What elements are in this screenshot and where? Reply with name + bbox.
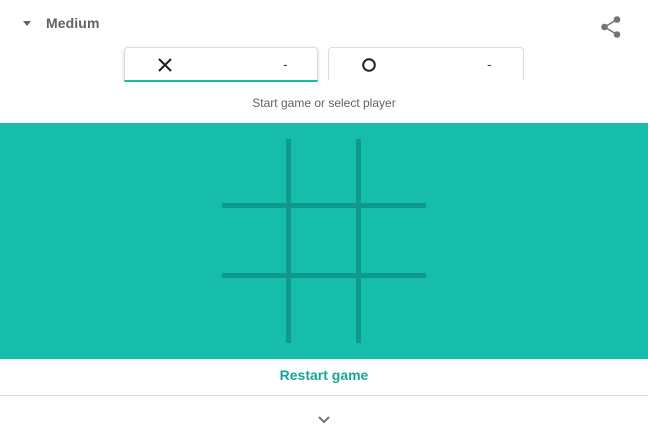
board-cell-8[interactable]	[291, 278, 357, 344]
expand-button[interactable]	[313, 410, 335, 430]
share-icon	[601, 16, 621, 38]
player-x-score: -	[283, 56, 288, 72]
restart-game-button[interactable]: Restart game	[0, 367, 648, 383]
difficulty-dropdown[interactable]: Medium	[20, 13, 100, 33]
board-cell-4[interactable]	[222, 208, 288, 274]
game-status: Start game or select player	[252, 96, 396, 110]
board-cell-6[interactable]	[361, 208, 427, 274]
cross-icon	[158, 58, 172, 72]
game-header: Medium	[0, 0, 648, 46]
board-cell-3[interactable]	[361, 139, 427, 205]
player-o-score: -	[487, 56, 492, 72]
board-cell-2[interactable]	[291, 139, 357, 205]
player-x-tab[interactable]: -	[124, 47, 318, 82]
divider	[0, 395, 648, 396]
player-o-tab[interactable]: -	[328, 47, 524, 80]
board-cell-1[interactable]	[222, 139, 288, 205]
game-board	[0, 123, 648, 359]
board-cell-5[interactable]	[291, 208, 357, 274]
difficulty-label: Medium	[46, 15, 100, 31]
circle-icon	[362, 58, 376, 72]
board-cell-7[interactable]	[222, 278, 288, 344]
share-button[interactable]	[598, 15, 624, 39]
tic-tac-toe-card: Medium - - Start game or select player R…	[0, 0, 648, 443]
caret-down-icon	[23, 20, 31, 26]
board-cell-9[interactable]	[361, 278, 427, 344]
chevron-down-icon	[318, 416, 330, 424]
